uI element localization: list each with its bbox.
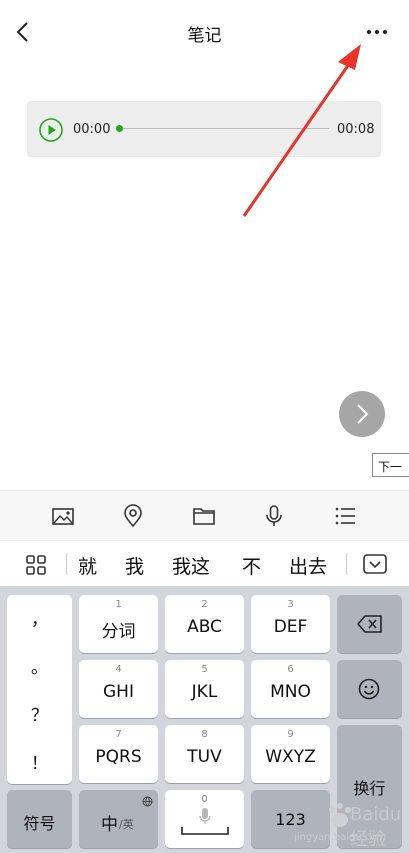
collapse-keyboard-button[interactable] (362, 553, 388, 575)
list-icon (335, 507, 355, 525)
chevron-down-box-icon (363, 554, 387, 574)
more-dot (383, 30, 387, 34)
punct-comma[interactable]: ， (7, 605, 72, 630)
candidate-word[interactable]: 我这 (172, 552, 210, 579)
symbol-key[interactable]: 符号 (7, 790, 72, 848)
key-4[interactable]: 4 GHI (79, 660, 158, 718)
location-button[interactable] (120, 503, 146, 529)
grid-icon (26, 555, 46, 575)
candidate-bar: 就 我 我这 不 出去 (0, 540, 409, 586)
key-5[interactable]: 5 JKL (165, 660, 244, 718)
note-screen: 笔记 00:00 00:08 下一 就 我 我这 不 出去 ， 。 ？ ！ 1 … (0, 0, 409, 853)
key-label: WXYZ (265, 747, 316, 767)
audio-progress-track[interactable] (119, 128, 329, 129)
key-number: 9 (287, 729, 294, 740)
key-number: 6 (287, 664, 294, 675)
space-bar-icon (181, 827, 229, 835)
smiley-icon (358, 678, 380, 700)
key-7[interactable]: 7 PQRS (79, 725, 158, 783)
key-label: 分词 (101, 622, 136, 642)
key-number: 2 (201, 599, 208, 610)
folder-icon (193, 508, 215, 525)
audio-current-time: 00:00 (73, 122, 111, 137)
more-dots-icon (367, 30, 371, 34)
watermark-url: jingyan.baidu.com (294, 832, 387, 843)
key-2[interactable]: 2 ABC (165, 595, 244, 653)
key-3[interactable]: 3 DEF (251, 595, 330, 653)
key-1[interactable]: 1 分词 (79, 595, 158, 653)
key-label: DEF (273, 617, 308, 637)
key-6[interactable]: 6 MNO (251, 660, 330, 718)
lang-label: 中 (101, 815, 118, 835)
play-icon (39, 118, 63, 142)
key-9[interactable]: 9 WXYZ (251, 725, 330, 783)
lang-sub-label: /英 (119, 818, 134, 831)
key-number: 1 (115, 599, 122, 610)
page-title: 笔记 (187, 26, 222, 46)
header: 笔记 (0, 0, 409, 64)
candidate-word[interactable]: 不 (242, 552, 261, 579)
key-number: 0 (201, 794, 208, 805)
candidate-word[interactable]: 就 (78, 552, 97, 579)
audio-progress-knob[interactable] (116, 125, 123, 132)
audio-duration: 00:08 (337, 122, 375, 137)
divider (66, 553, 67, 575)
next-button[interactable] (339, 391, 385, 437)
more-button[interactable] (362, 26, 392, 38)
globe-icon (142, 796, 153, 807)
backspace-icon (357, 615, 382, 633)
location-icon (124, 504, 142, 528)
punct-question[interactable]: ？ (7, 701, 72, 726)
key-number: 4 (115, 664, 122, 675)
candidate-word[interactable]: 我 (125, 552, 144, 579)
symbol-label: 符号 (23, 814, 56, 833)
punct-period[interactable]: 。 (7, 653, 72, 678)
delete-key[interactable] (337, 595, 402, 653)
chevron-right-icon (357, 404, 369, 424)
candidate-word[interactable]: 出去 (289, 552, 327, 579)
watermark-text: Baidu 经验 (350, 804, 402, 850)
key-8[interactable]: 8 TUV (165, 725, 244, 783)
key-label: JKL (191, 682, 218, 702)
key-number: 5 (201, 664, 208, 675)
image-icon (52, 508, 74, 525)
key-label: GHI (103, 682, 134, 702)
image-button[interactable] (50, 503, 76, 529)
key-label: MNO (270, 682, 311, 702)
key-label: PQRS (95, 747, 142, 767)
key-number: 3 (287, 599, 294, 610)
key-label: TUV (187, 747, 222, 767)
space-key[interactable]: 0 (165, 790, 244, 848)
audio-player: 00:00 00:08 (27, 101, 381, 157)
grid-menu-button[interactable] (24, 553, 48, 577)
voice-button[interactable] (261, 503, 287, 529)
key-label: ABC (187, 617, 222, 637)
microphone-icon (266, 505, 282, 526)
divider (346, 553, 347, 575)
list-button[interactable] (332, 503, 358, 529)
enter-label: 换行 (353, 779, 386, 798)
key-number: 8 (201, 729, 208, 740)
pinyin-keyboard: ， 。 ？ ！ 1 分词 2 ABC 3 DEF 4 GHI 5 JKL 6 M… (0, 586, 409, 853)
punct-exclaim[interactable]: ！ (7, 749, 72, 774)
number-label: 123 (275, 810, 306, 829)
language-switch-key[interactable]: 中 /英 (79, 790, 158, 848)
tooltip: 下一 (372, 453, 409, 477)
key-number: 7 (115, 729, 122, 740)
play-button[interactable] (39, 118, 63, 142)
more-dot (375, 30, 379, 34)
note-toolbar (0, 490, 409, 540)
emoji-key[interactable] (337, 660, 402, 718)
punctuation-column[interactable]: ， 。 ？ ！ (7, 595, 72, 784)
microphone-icon (199, 808, 211, 824)
folder-button[interactable] (191, 503, 217, 529)
